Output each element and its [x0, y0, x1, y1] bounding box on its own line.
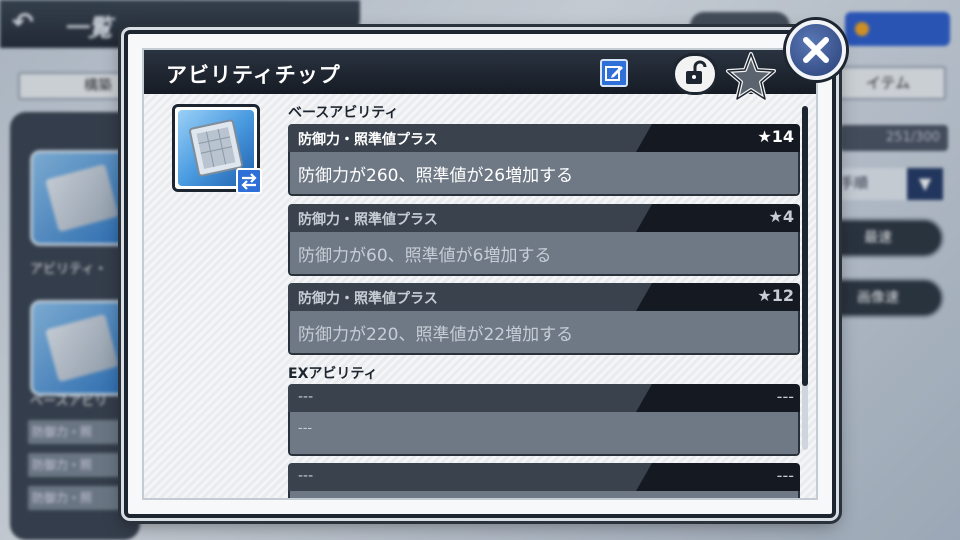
ability-header: 防御力・照準値プラス ★12 [288, 283, 800, 311]
scrollbar-thumb[interactable] [802, 106, 808, 386]
ex-ability-item: --- --- --- [288, 384, 800, 456]
modal-body: アビリティチップ ベースアビリティ 防御力・照準値プラス ★14 防御力が260… [142, 48, 818, 500]
ability-header: --- --- [288, 463, 800, 491]
ex-ability-item: --- --- [288, 463, 800, 498]
ability-body [288, 491, 800, 498]
base-ability-item: 防御力・照準値プラス ★4 防御力が60、照準値が6増加する [288, 204, 800, 276]
ability-body: 防御力が260、照準値が26増加する [288, 152, 800, 196]
ability-description: 防御力が60、照準値が6増加する [298, 246, 552, 266]
ability-description: 防御力が220、照準値が22増加する [298, 325, 574, 345]
favorite-button[interactable] [724, 50, 778, 106]
scrollbar-track[interactable] [802, 106, 808, 450]
modal-title: アビリティチップ [166, 63, 341, 87]
base-ability-section-label: ベースアビリティ [288, 105, 399, 121]
ex-ability-section-label: EXアビリティ [288, 366, 378, 382]
ability-name: --- [298, 389, 314, 405]
ability-body: --- [288, 412, 800, 456]
ability-header: 防御力・照準値プラス ★4 [288, 204, 800, 232]
ability-description: 防御力が260、照準値が26増加する [298, 166, 574, 186]
ability-rank: ★12 [757, 286, 794, 305]
swap-button[interactable] [236, 168, 262, 194]
close-button[interactable] [786, 20, 846, 80]
ability-name: 防御力・照準値プラス [298, 212, 438, 228]
ability-rank: ★4 [768, 207, 794, 226]
ability-name: 防御力・照準値プラス [298, 132, 438, 148]
ability-chip-modal: アビリティチップ ベースアビリティ 防御力・照準値プラス ★14 防御力が260… [124, 30, 836, 518]
lock-toggle-button[interactable] [672, 53, 718, 95]
ability-body: 防御力が60、照準値が6増加する [288, 232, 800, 276]
ability-rank: ★14 [757, 127, 794, 146]
base-ability-item: 防御力・照準値プラス ★12 防御力が220、照準値が22増加する [288, 283, 800, 355]
ability-body: 防御力が220、照準値が22増加する [288, 311, 800, 355]
ability-rank: --- [776, 466, 794, 485]
edit-button[interactable] [600, 59, 628, 87]
close-icon [803, 37, 829, 63]
base-ability-item: 防御力・照準値プラス ★14 防御力が260、照準値が26増加する [288, 124, 800, 196]
modal-header: アビリティチップ [144, 50, 816, 101]
ability-name: --- [298, 468, 314, 484]
unlock-icon [686, 60, 707, 84]
swap-arrows-icon [241, 173, 257, 190]
ability-header: 防御力・照準値プラス ★14 [288, 124, 800, 152]
ability-description: --- [298, 421, 313, 436]
ability-header: --- --- [288, 384, 800, 412]
ability-name: 防御力・照準値プラス [298, 291, 438, 307]
star-icon [726, 52, 776, 101]
ability-rank: --- [776, 387, 794, 406]
edit-icon [605, 66, 623, 81]
